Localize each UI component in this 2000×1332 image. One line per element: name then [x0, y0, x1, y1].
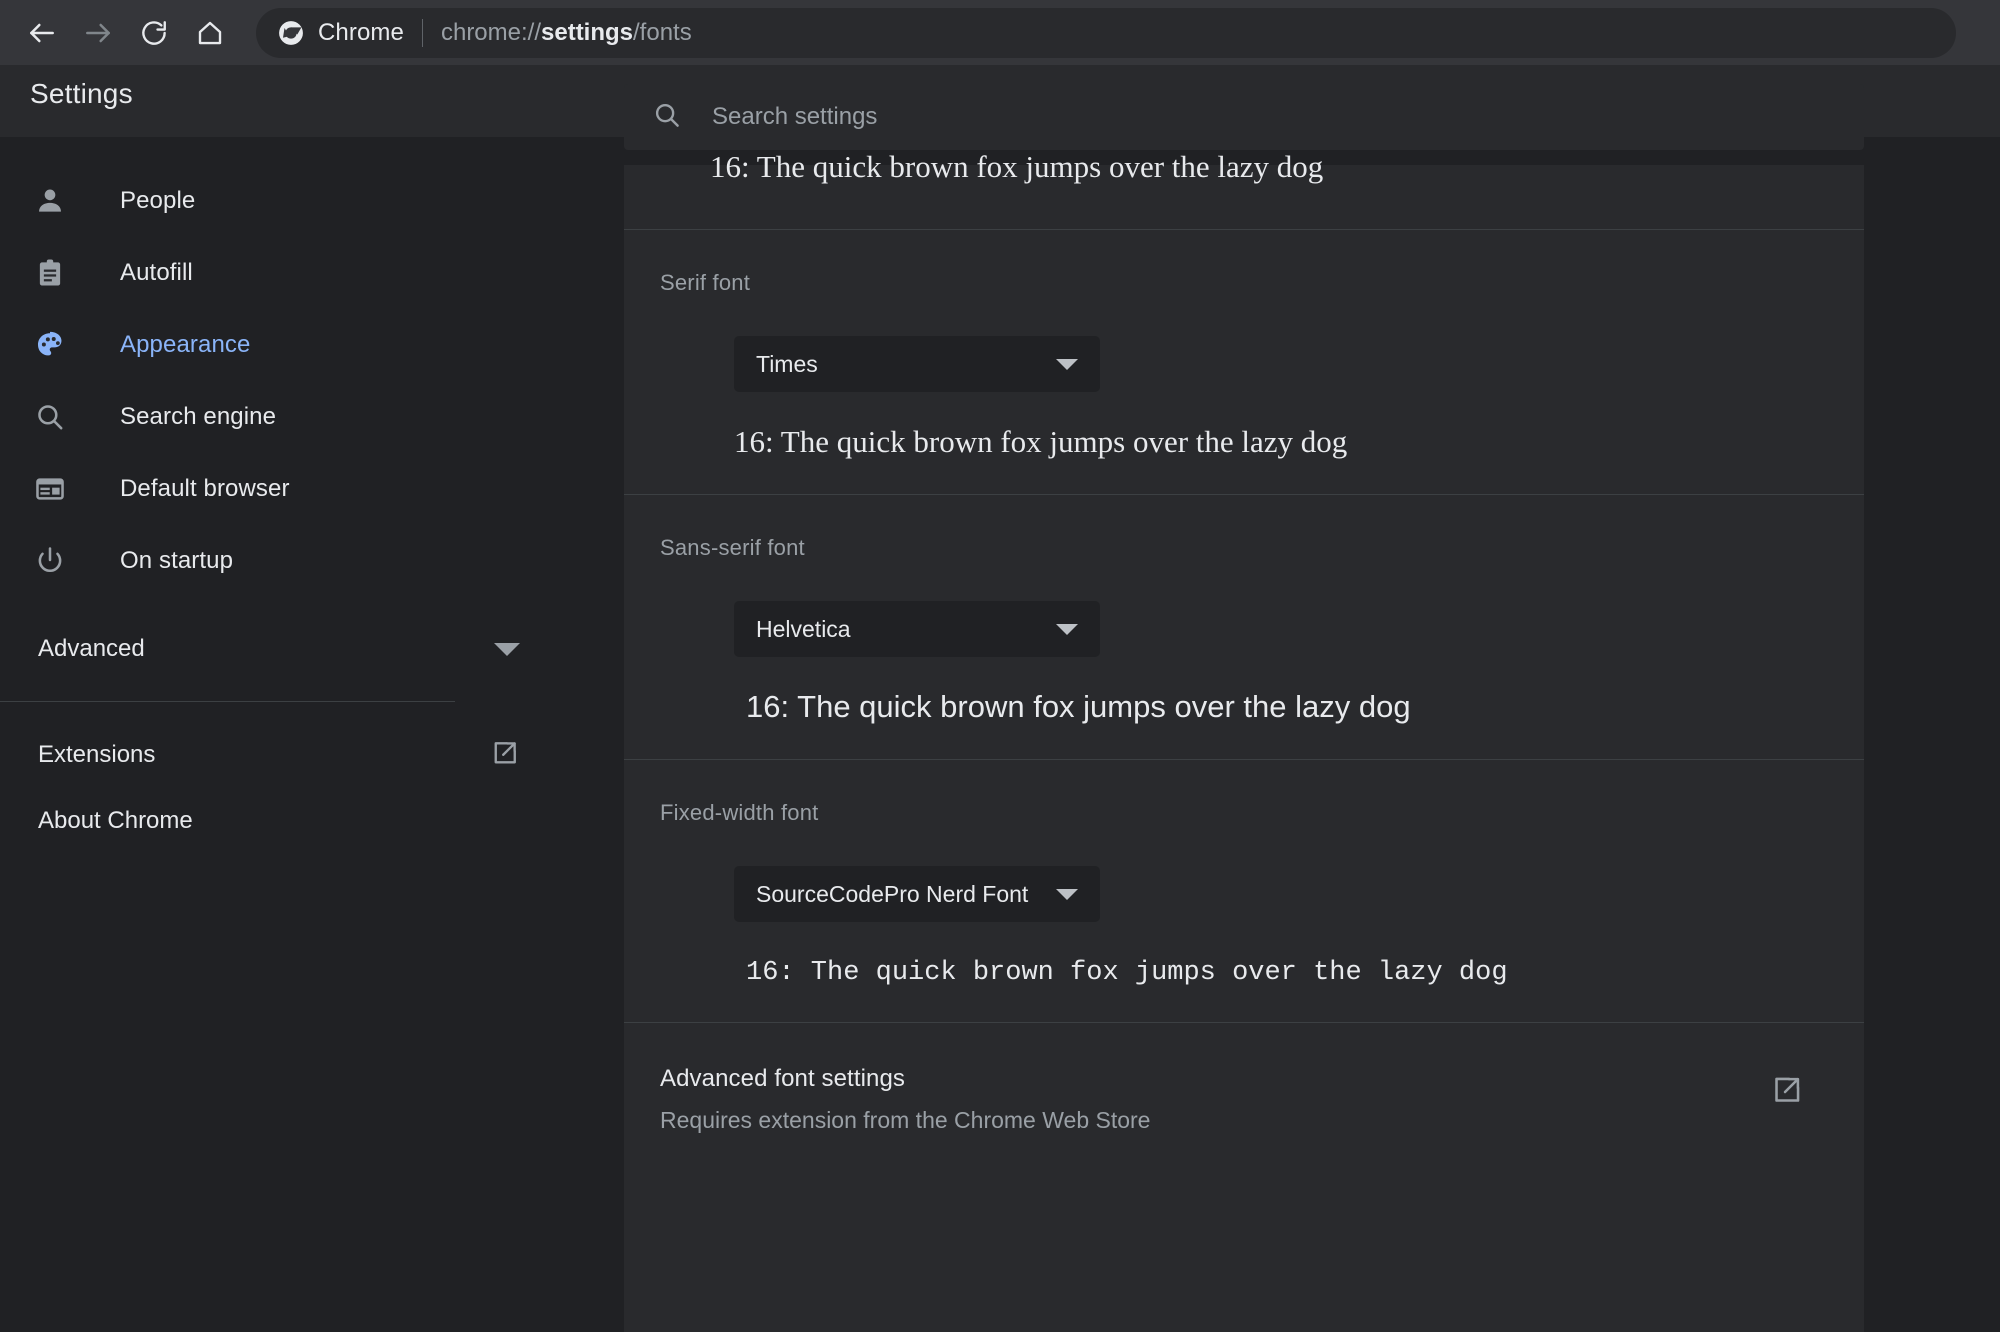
advanced-font-settings-row[interactable]: Advanced font settings Requires extensio… — [624, 1023, 1864, 1173]
sidebar-item-extensions[interactable]: Extensions — [0, 722, 620, 788]
sidebar-item-about-chrome[interactable]: About Chrome — [0, 788, 620, 854]
url-suffix: /fonts — [633, 18, 692, 46]
chevron-down-icon — [494, 642, 520, 656]
sans-serif-font-preview: 16: The quick brown fox jumps over the l… — [746, 689, 1864, 725]
url-bold: settings — [541, 18, 634, 46]
sidebar-item-label: Default browser — [120, 475, 290, 502]
sidebar-item-appearance[interactable]: Appearance — [0, 309, 620, 381]
font-preview-text: 16: The quick brown fox jumps over the l… — [746, 958, 1508, 988]
dropdown-value: Times — [756, 350, 818, 377]
sidebar-item-on-startup[interactable]: On startup — [0, 525, 620, 597]
clipboard-icon — [30, 253, 70, 293]
back-button[interactable] — [14, 5, 70, 61]
sans-serif-font-section: Sans-serif font Helvetica 16: The quick … — [624, 495, 1864, 760]
omnibox-divider — [421, 18, 423, 47]
external-link-icon — [490, 738, 520, 773]
address-bar[interactable]: Chrome chrome://settings/fonts — [256, 7, 1956, 58]
sidebar-item-people[interactable]: People — [0, 165, 620, 237]
sidebar-item-label: Autofill — [120, 259, 193, 286]
font-preview-text: 16: The quick brown fox jumps over the l… — [710, 149, 1324, 184]
serif-font-preview: 16: The quick brown fox jumps over the l… — [734, 424, 1864, 460]
sidebar-link-label: Extensions — [38, 741, 156, 768]
reload-button[interactable] — [126, 5, 182, 61]
fixed-width-font-preview: 16: The quick brown fox jumps over the l… — [746, 958, 1864, 988]
section-label: Sans-serif font — [660, 535, 805, 560]
palette-icon — [30, 325, 70, 365]
sidebar-divider — [0, 701, 455, 702]
advanced-font-settings-texts: Advanced font settings Requires extensio… — [660, 1065, 1770, 1134]
sidebar-item-label: Search engine — [120, 403, 277, 430]
browser-window-icon — [30, 469, 70, 509]
browser-toolbar: Chrome chrome://settings/fonts — [0, 0, 2000, 65]
search-icon — [652, 100, 682, 135]
fixed-width-font-section: Fixed-width font SourceCodePro Nerd Font… — [624, 760, 1864, 1023]
person-icon — [30, 181, 70, 221]
omnibox-app-chip: Chrome — [318, 18, 404, 46]
chevron-down-icon — [1056, 358, 1078, 370]
omnibox-url: chrome://settings/fonts — [441, 19, 692, 47]
sidebar-item-label: Appearance — [120, 331, 251, 358]
serif-font-section: Serif font Times 16: The quick brown fox… — [624, 230, 1864, 495]
advanced-font-settings-title: Advanced font settings — [660, 1065, 906, 1092]
sidebar-link-label: About Chrome — [38, 807, 193, 834]
search-input[interactable]: Search settings — [712, 103, 877, 131]
chrome-logo-icon — [278, 20, 304, 46]
sidebar-advanced-label: Advanced — [38, 635, 145, 662]
sans-serif-font-dropdown[interactable]: Helvetica — [734, 601, 1100, 657]
top-partial-preview-row: 16: The quick brown fox jumps over the l… — [624, 149, 1864, 230]
home-icon — [195, 18, 225, 48]
sidebar-item-label: People — [120, 187, 196, 214]
section-label: Fixed-width font — [660, 800, 819, 825]
chevron-down-icon — [1056, 888, 1078, 900]
advanced-font-settings-subtitle: Requires extension from the Chrome Web S… — [660, 1107, 1151, 1133]
sidebar-item-default-browser[interactable]: Default browser — [0, 453, 620, 525]
font-preview-text: 16: The quick brown fox jumps over the l… — [746, 689, 1411, 724]
reload-icon — [139, 18, 169, 48]
sidebar-item-search-engine[interactable]: Search engine — [0, 381, 620, 453]
settings-sidebar: People Autofill Appearance Search engine… — [0, 165, 620, 1332]
arrow-right-icon — [82, 17, 114, 49]
sidebar-advanced-toggle[interactable]: Advanced — [0, 613, 620, 685]
home-button[interactable] — [182, 5, 238, 61]
font-preview-text: 16: The quick brown fox jumps over the l… — [734, 424, 1348, 459]
dropdown-value: SourceCodePro Nerd Font — [756, 880, 1029, 907]
chevron-down-icon — [1056, 623, 1078, 635]
url-prefix: chrome:// — [440, 18, 541, 46]
sidebar-item-autofill[interactable]: Autofill — [0, 237, 620, 309]
sidebar-item-label: On startup — [120, 547, 234, 574]
arrow-left-icon — [26, 17, 58, 49]
section-label: Serif font — [660, 270, 751, 295]
search-icon — [30, 397, 70, 437]
forward-button[interactable] — [70, 5, 126, 61]
page-title: Settings — [30, 78, 133, 109]
external-link-icon[interactable] — [1770, 1073, 1804, 1112]
search-settings-box[interactable]: Search settings — [624, 84, 1864, 150]
serif-font-dropdown[interactable]: Times — [734, 336, 1100, 392]
power-icon — [30, 541, 70, 581]
fixed-width-font-dropdown[interactable]: SourceCodePro Nerd Font — [734, 866, 1100, 922]
dropdown-value: Helvetica — [756, 615, 851, 642]
settings-content-card: 16: The quick brown fox jumps over the l… — [624, 149, 1864, 1332]
